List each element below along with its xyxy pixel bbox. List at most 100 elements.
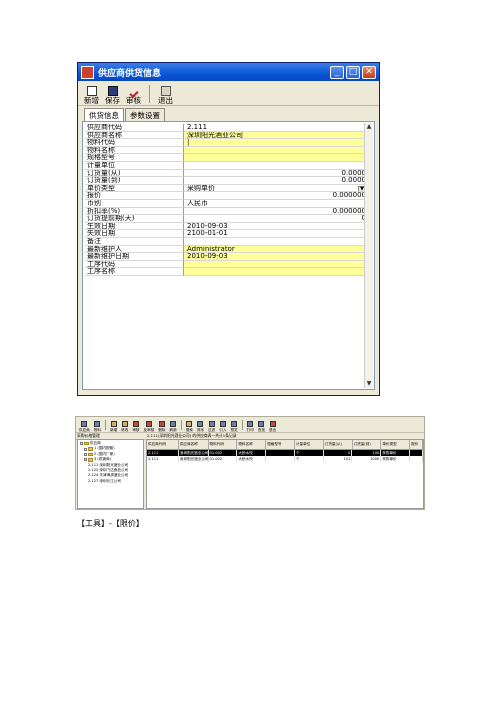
field-value[interactable]: 0.0000 bbox=[184, 170, 369, 178]
toolbar-button[interactable]: 新增 bbox=[110, 421, 117, 432]
field-label: 币别 bbox=[85, 199, 184, 208]
field-value[interactable]: Administrator bbox=[184, 245, 369, 254]
table-body: 2.111 深圳阳光酒业公司 01.002 大桥水饺个 0 100 采购单价 2.111 深圳阳… bbox=[147, 450, 423, 462]
exit-button[interactable]: 退出 bbox=[158, 86, 173, 105]
toolbar-button[interactable]: 退出 bbox=[269, 421, 276, 432]
column-header[interactable]: 单价类型 bbox=[381, 440, 411, 449]
save-disk-icon bbox=[107, 86, 118, 96]
field-label: 失效日期 bbox=[85, 230, 184, 238]
scroll-up-icon[interactable]: ▲ bbox=[365, 123, 373, 131]
price-type-value: 采购单价 bbox=[187, 184, 215, 192]
field-value[interactable]: 0.0000 bbox=[184, 177, 369, 185]
field-value[interactable]: 0 bbox=[184, 215, 369, 223]
column-header[interactable]: 供应商名称 bbox=[179, 440, 209, 449]
new-button[interactable]: 新增 bbox=[84, 86, 99, 105]
toolbar-button[interactable]: 刷新 bbox=[170, 421, 177, 432]
toolbar-button-label: 新增 bbox=[109, 428, 118, 432]
tree-node[interactable]: 2.127 深圳长江公司 bbox=[80, 479, 143, 484]
table-cell: 1000 bbox=[352, 456, 382, 462]
field-value[interactable]: 采购单价 ▼ bbox=[184, 185, 369, 193]
field-row: 工序名称 bbox=[85, 268, 369, 276]
field-value[interactable] bbox=[184, 162, 369, 170]
field-row: 订货量(从) 0.0000 bbox=[85, 169, 369, 178]
save-button[interactable]: 保存 bbox=[105, 86, 120, 105]
toolbar-button[interactable]: 打印 bbox=[247, 421, 254, 432]
toolbar-button-label: 预览 bbox=[230, 428, 238, 432]
close-button[interactable]: ✕ bbox=[362, 65, 376, 79]
toolbar-button[interactable]: 查找 bbox=[258, 421, 265, 432]
scroll-down-icon[interactable]: ▼ bbox=[365, 380, 373, 388]
column-header[interactable]: 计量单位 bbox=[295, 440, 324, 449]
toolbar-icon bbox=[186, 421, 193, 427]
table-cell: 01.002 bbox=[209, 456, 238, 462]
expand-toggle-icon[interactable] bbox=[84, 447, 87, 451]
field-value[interactable] bbox=[184, 268, 369, 276]
toolbar-button[interactable]: 审核 bbox=[132, 421, 140, 432]
toolbar-button[interactable]: 过滤 bbox=[208, 421, 215, 432]
toolbar-icon bbox=[121, 421, 128, 427]
field-value[interactable]: 2010-09-03 bbox=[184, 253, 369, 261]
toolbar-button-label: 搜索 bbox=[185, 428, 193, 432]
field-value[interactable]: 2010-09-03 bbox=[184, 223, 369, 231]
minimize-button[interactable]: _ bbox=[330, 65, 344, 79]
table-cell: 采购单价 bbox=[381, 456, 411, 462]
vertical-scrollbar[interactable]: ▲ ▼ bbox=[364, 123, 373, 388]
toolbar-button[interactable]: 供应商 bbox=[79, 421, 90, 432]
field-value[interactable] bbox=[184, 154, 369, 162]
column-header[interactable]: 供应商代码 bbox=[147, 440, 179, 449]
toolbar-button-label: 反审核 bbox=[143, 428, 155, 432]
field-value[interactable]: 2100-01-01 bbox=[184, 230, 369, 238]
toolbar-separator bbox=[149, 85, 150, 103]
expand-toggle-icon[interactable] bbox=[84, 453, 87, 457]
toolbar-button[interactable]: 物料 bbox=[94, 421, 101, 432]
field-label: 最新维护人 bbox=[85, 245, 184, 254]
field-row: 折扣率(%) 0.000000 bbox=[85, 207, 369, 216]
column-header[interactable]: 物料名称 bbox=[237, 440, 267, 449]
toolbar-button-label: 查找 bbox=[257, 428, 265, 432]
column-header[interactable]: 报价 bbox=[410, 440, 424, 449]
table-cell: 101 bbox=[324, 456, 353, 462]
field-label: 生效日期 bbox=[85, 222, 184, 231]
toolbar-button-label: 修改 bbox=[121, 428, 129, 432]
field-row: 备注 bbox=[85, 237, 369, 246]
field-label: 规格型号 bbox=[85, 154, 184, 162]
column-header[interactable]: 订货量(到) bbox=[353, 440, 382, 449]
title-bar[interactable]: 供应商供货信息 _ □ ✕ bbox=[78, 63, 379, 81]
field-value[interactable]: 深圳阳光酒业公司 bbox=[184, 131, 369, 140]
toolbar-button[interactable]: 预览 bbox=[230, 421, 238, 432]
toolbar-button[interactable]: 反审核 bbox=[143, 421, 155, 432]
field-label: 工序代码 bbox=[85, 260, 184, 269]
audit-button[interactable]: 审核 bbox=[126, 88, 141, 105]
toolbar-button[interactable]: 搜索 bbox=[186, 421, 193, 432]
toolbar-button[interactable]: 删除 bbox=[158, 421, 166, 432]
field-value[interactable]: 人民币 bbox=[184, 200, 369, 208]
field-label: 物料代码 bbox=[85, 139, 184, 147]
expand-toggle-icon[interactable] bbox=[80, 442, 83, 446]
table-header: 供应商代码 供应商名称 物料代码 物料名称 规格型号 计量单位 订货量(从) 订货量(到) 单价… bbox=[147, 440, 424, 450]
expand-toggle-icon[interactable] bbox=[84, 458, 87, 462]
column-header[interactable]: 订货量(从) bbox=[324, 440, 353, 449]
toolbar-button[interactable]: 排序 bbox=[197, 421, 204, 432]
maximize-button[interactable]: □ bbox=[346, 65, 360, 79]
field-value[interactable]: 2.111 bbox=[184, 124, 369, 132]
toolbar-icon bbox=[247, 421, 254, 427]
table-row[interactable]: 2.111 深圳阳光酒业公司 01.002 大桥水饺 个 101 1000 采购单价 bbox=[147, 456, 423, 462]
toolbar-button-label: 退出 bbox=[269, 428, 277, 432]
table-cell: 2.111 bbox=[147, 456, 179, 462]
field-value[interactable] bbox=[184, 146, 369, 155]
column-header[interactable]: 规格型号 bbox=[266, 440, 295, 449]
field-value[interactable]: | bbox=[184, 139, 369, 147]
table-cell: 个 bbox=[295, 456, 324, 462]
supply-table: 供应商代码 供应商名称 物料代码 物料名称 规格型号 计量单位 订货量(从) 订货量(到) 单价… bbox=[146, 439, 424, 509]
field-value[interactable] bbox=[184, 260, 369, 269]
toolbar-separator bbox=[104, 420, 106, 430]
toolbar-button[interactable]: 修改 bbox=[121, 421, 128, 432]
folder-icon bbox=[88, 447, 93, 451]
field-value[interactable] bbox=[184, 238, 369, 246]
column-header[interactable]: 物料代码 bbox=[209, 440, 238, 449]
field-value[interactable]: 0.000000 bbox=[184, 208, 369, 216]
field-value[interactable]: 0.000000 bbox=[184, 192, 369, 200]
toolbar-button[interactable]: 引入 bbox=[219, 421, 226, 432]
toolbar-button-label: 引入 bbox=[219, 428, 227, 432]
main-toolbar: 供应商 物料 新增 修改 审核 反审核 删除 刷新 搜索 排序 过滤 引入 预览 打印 查找 退出 bbox=[76, 417, 424, 432]
